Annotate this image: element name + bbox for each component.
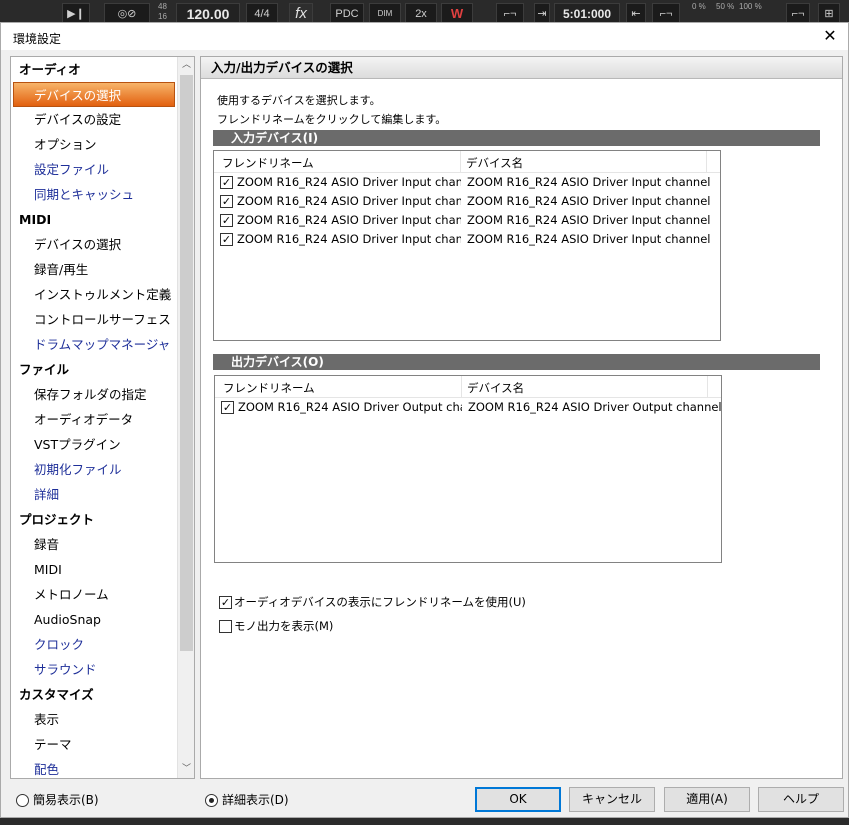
input-devices-list[interactable]: フレンドリネーム デバイス名 ✓ ZOOM R16_R24 ASIO Driver… bbox=[213, 150, 721, 341]
device-name-cell: ZOOM R16_R24 ASIO Driver Input channel bbox=[467, 175, 711, 189]
nav-item[interactable]: オプション bbox=[11, 132, 177, 157]
friendly-names-checkbox[interactable]: ✓ bbox=[219, 596, 232, 609]
close-icon[interactable]: ✕ bbox=[820, 26, 840, 46]
friendly-name-cell[interactable]: ZOOM R16_R24 ASIO Driver Output cha... bbox=[238, 400, 462, 414]
output-devices-list[interactable]: フレンドリネーム デバイス名 ✓ ZOOM R16_R24 ASIO Driver… bbox=[214, 375, 722, 563]
detail-view-radio-button[interactable] bbox=[205, 794, 218, 807]
device-selection-panel: 入力/出力デバイスの選択 使用するデバイスを選択します。 フレンドリネームをクリ… bbox=[200, 56, 843, 779]
output-list-header: フレンドリネーム デバイス名 bbox=[215, 376, 721, 398]
nav-item[interactable]: クロック bbox=[11, 632, 177, 657]
nav-item[interactable]: 初期化ファイル bbox=[11, 457, 177, 482]
nav-item[interactable]: 録音/再生 bbox=[11, 257, 177, 282]
nav-category[interactable]: カスタマイズ bbox=[11, 682, 177, 707]
nav-item[interactable]: 表示 bbox=[11, 707, 177, 732]
input-list-header: フレンドリネーム デバイス名 bbox=[214, 151, 720, 173]
instruction-text-2: フレンドリネームをクリックして編集します。 bbox=[217, 113, 447, 126]
nav-category[interactable]: オーディオ bbox=[11, 57, 177, 82]
nav-item[interactable]: オーディオデータ bbox=[11, 407, 177, 432]
device-name-cell: ZOOM R16_R24 ASIO Driver Input channel bbox=[467, 194, 711, 208]
nav-category[interactable]: MIDI bbox=[11, 207, 177, 232]
col-friendly-name[interactable]: フレンドリネーム bbox=[223, 380, 315, 396]
simple-view-radio-button[interactable] bbox=[16, 794, 29, 807]
device-checkbox[interactable]: ✓ bbox=[220, 195, 233, 208]
device-row[interactable]: ✓ ZOOM R16_R24 ASIO Driver Input chann...… bbox=[214, 192, 720, 211]
nav-scrollbar[interactable]: ︿ ﹀ bbox=[177, 57, 194, 778]
device-checkbox[interactable]: ✓ bbox=[220, 176, 233, 189]
friendly-name-cell[interactable]: ZOOM R16_R24 ASIO Driver Input chann... bbox=[237, 194, 461, 208]
device-row[interactable]: ✓ ZOOM R16_R24 ASIO Driver Input chann...… bbox=[214, 230, 720, 249]
dialog-title: 環境設定 bbox=[13, 32, 62, 46]
scroll-down-icon[interactable]: ﹀ bbox=[178, 761, 194, 778]
nav-item[interactable]: AudioSnap bbox=[11, 607, 177, 632]
device-name-cell: ZOOM R16_R24 ASIO Driver Input channel bbox=[467, 213, 711, 227]
nav-item[interactable]: 詳細 bbox=[11, 482, 177, 507]
nav-item[interactable]: 配色 bbox=[11, 757, 177, 778]
help-button[interactable]: ヘルプ bbox=[758, 787, 844, 812]
level-0-label: 0 % bbox=[692, 2, 706, 11]
dialog-titlebar: 環境設定 ✕ bbox=[1, 23, 848, 50]
friendly-name-cell[interactable]: ZOOM R16_R24 ASIO Driver Input channel bbox=[237, 175, 461, 189]
friendly-name-cell[interactable]: ZOOM R16_R24 ASIO Driver Input chann... bbox=[237, 213, 461, 227]
device-checkbox[interactable]: ✓ bbox=[220, 233, 233, 246]
device-name-cell: ZOOM R16_R24 ASIO Driver Input channel bbox=[467, 232, 711, 246]
col-friendly-name[interactable]: フレンドリネーム bbox=[222, 155, 314, 171]
nav-item[interactable]: ドラムマップマネージャ bbox=[11, 332, 177, 357]
nav-item[interactable]: 設定ファイル bbox=[11, 157, 177, 182]
col-device-name[interactable]: デバイス名 bbox=[467, 380, 524, 396]
nav-item[interactable]: 録音 bbox=[11, 532, 177, 557]
device-row[interactable]: ✓ ZOOM R16_R24 ASIO Driver Input channel Z… bbox=[214, 173, 720, 192]
nav-item[interactable]: コントロールサーフェス bbox=[11, 307, 177, 332]
nav-item[interactable]: テーマ bbox=[11, 732, 177, 757]
mono-output-option[interactable]: モノ出力を表示(M) bbox=[219, 618, 333, 634]
panel-title: 入力/出力デバイスの選択 bbox=[201, 57, 842, 79]
nav-category[interactable]: ファイル bbox=[11, 357, 177, 382]
detail-view-radio[interactable]: 詳細表示(D) bbox=[205, 792, 289, 808]
nav-item[interactable]: サラウンド bbox=[11, 657, 177, 682]
device-checkbox[interactable]: ✓ bbox=[220, 214, 233, 227]
sample-rate-readout: 48 16 bbox=[158, 2, 167, 21]
friendly-name-cell[interactable]: ZOOM R16_R24 ASIO Driver Input chann... bbox=[237, 232, 461, 246]
nav-item[interactable]: MIDI bbox=[11, 557, 177, 582]
device-row[interactable]: ✓ ZOOM R16_R24 ASIO Driver Output cha... Z… bbox=[215, 398, 722, 417]
nav-list: オーディオ デバイスの選択 デバイスの設定 オプション 設定ファイル 同期とキャッシュ MI… bbox=[11, 57, 177, 778]
scroll-thumb[interactable] bbox=[180, 75, 193, 651]
nav-item[interactable]: 保存フォルダの指定 bbox=[11, 382, 177, 407]
device-row[interactable]: ✓ ZOOM R16_R24 ASIO Driver Input chann...… bbox=[214, 211, 720, 230]
ok-button[interactable]: OK bbox=[475, 787, 561, 812]
scroll-up-icon[interactable]: ︿ bbox=[178, 57, 194, 74]
friendly-names-option[interactable]: ✓ オーディオデバイスの表示にフレンドリネームを使用(U) bbox=[219, 594, 526, 610]
nav-item[interactable]: デバイスの選択 bbox=[13, 82, 175, 107]
nav-item[interactable]: VSTプラグイン bbox=[11, 432, 177, 457]
nav-item[interactable]: デバイスの選択 bbox=[11, 232, 177, 257]
apply-button[interactable]: 適用(A) bbox=[664, 787, 750, 812]
nav-item[interactable]: メトロノーム bbox=[11, 582, 177, 607]
nav-item[interactable]: デバイスの設定 bbox=[11, 107, 177, 132]
instruction-text-1: 使用するデバイスを選択します。 bbox=[217, 94, 381, 107]
output-devices-header: 出力デバイス(O) bbox=[213, 354, 820, 370]
nav-item[interactable]: インストゥルメント定義 bbox=[11, 282, 177, 307]
preferences-dialog: 環境設定 ✕ オーディオ デバイスの選択 デバイスの設定 オプション 設定ファイル 同期と… bbox=[0, 22, 849, 818]
device-checkbox[interactable]: ✓ bbox=[221, 401, 234, 414]
device-name-cell: ZOOM R16_R24 ASIO Driver Output channel bbox=[468, 400, 722, 414]
preferences-nav: オーディオ デバイスの選択 デバイスの設定 オプション 設定ファイル 同期とキャッシュ MI… bbox=[10, 56, 195, 779]
cancel-button[interactable]: キャンセル bbox=[569, 787, 655, 812]
col-device-name[interactable]: デバイス名 bbox=[466, 155, 523, 171]
nav-category[interactable]: プロジェクト bbox=[11, 507, 177, 532]
level-50-label: 50 % bbox=[716, 2, 735, 11]
mono-output-checkbox[interactable] bbox=[219, 620, 232, 633]
nav-item[interactable]: 同期とキャッシュ bbox=[11, 182, 177, 207]
input-devices-header: 入力デバイス(I) bbox=[213, 130, 820, 146]
simple-view-radio[interactable]: 簡易表示(B) bbox=[16, 792, 99, 808]
level-100-label: 100 % bbox=[739, 2, 762, 11]
